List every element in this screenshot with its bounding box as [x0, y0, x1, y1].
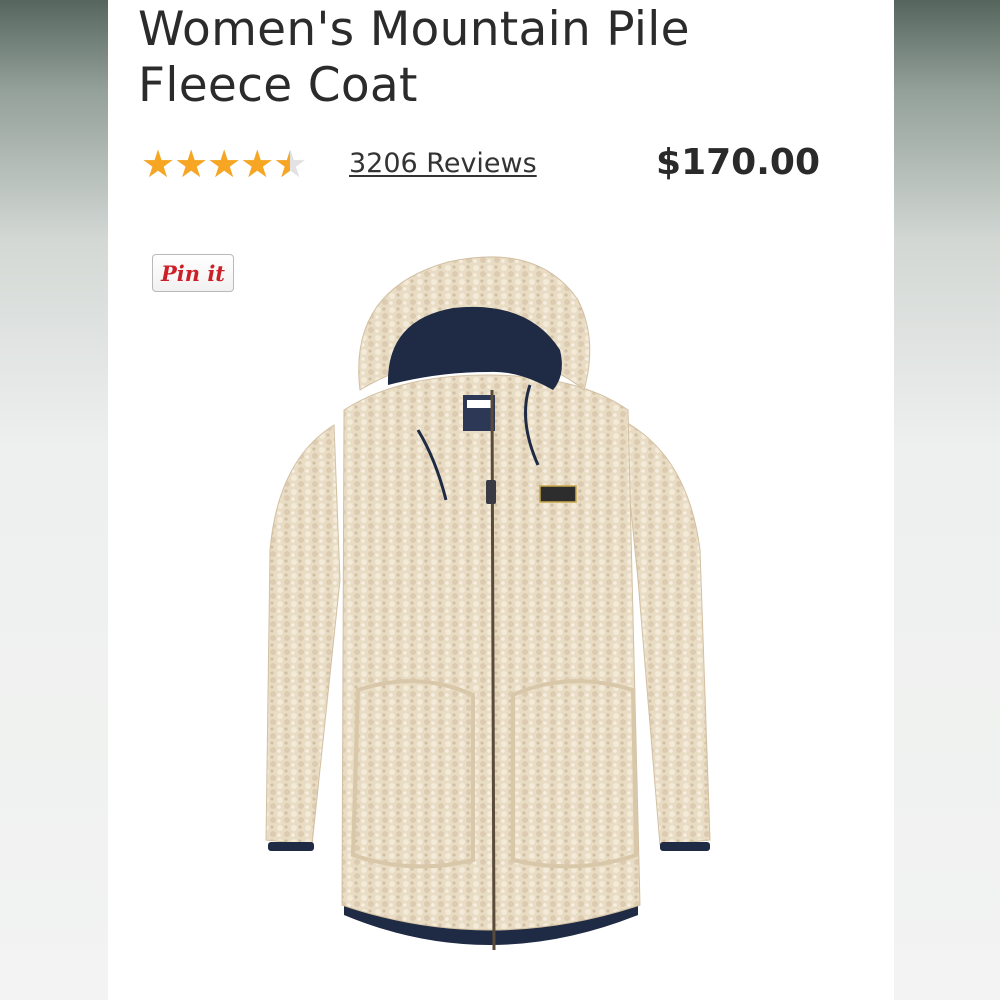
product-title: Women's Mountain Pile Fleece Coat	[138, 2, 690, 113]
zipper-pull-icon	[486, 480, 496, 504]
product-card: Women's Mountain Pile Fleece Coat ★★★★★ …	[108, 0, 894, 1000]
left-backdrop	[0, 0, 108, 1000]
right-backdrop	[894, 0, 1000, 1000]
product-image	[265, 256, 711, 951]
pin-it-label: Pin it	[160, 260, 226, 286]
star-icons: ★★★★★ ★★★★★	[141, 142, 307, 186]
price: $170.00	[656, 142, 820, 183]
right-cuff	[660, 842, 710, 851]
left-cuff	[268, 842, 314, 851]
left-sleeve	[265, 424, 341, 846]
pin-it-button[interactable]: Pin it	[152, 254, 234, 292]
chest-patch	[539, 485, 577, 503]
neck-label-tag	[467, 400, 491, 408]
reviews-link[interactable]: 3206 Reviews	[349, 148, 537, 179]
zipper	[490, 389, 496, 951]
rating-stars: ★★★★★ ★★★★★	[141, 142, 307, 186]
